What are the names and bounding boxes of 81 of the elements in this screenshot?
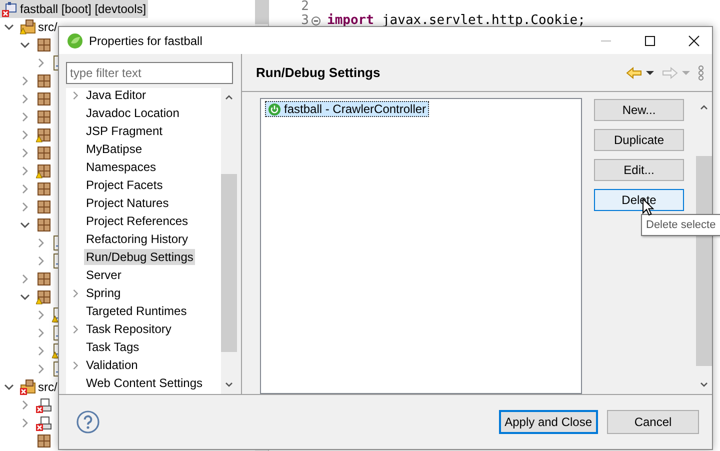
action-button[interactable]: New... bbox=[594, 99, 684, 121]
page-item[interactable]: JSP Fragment bbox=[84, 123, 164, 139]
window-title: Properties for fastball bbox=[89, 34, 202, 48]
package-icon bbox=[36, 73, 52, 89]
page-item[interactable]: Project Facets bbox=[84, 177, 165, 193]
line-number: 3 bbox=[300, 14, 309, 28]
package-icon bbox=[36, 181, 52, 197]
action-button[interactable]: Edit... bbox=[594, 159, 684, 181]
dialog-button[interactable]: Apply and Close bbox=[498, 410, 598, 434]
chevron-right-icon[interactable] bbox=[20, 184, 30, 194]
chevron-right-icon[interactable] bbox=[20, 76, 30, 86]
scrollbar-thumb[interactable] bbox=[255, 0, 268, 24]
chevron-right-icon[interactable] bbox=[36, 328, 46, 338]
chevron-right-icon[interactable] bbox=[20, 112, 30, 122]
page-item[interactable]: Spring bbox=[84, 285, 123, 301]
line-number: 2 bbox=[300, 0, 309, 14]
chevron-down-icon[interactable] bbox=[20, 40, 30, 50]
chevron-right-icon[interactable] bbox=[20, 202, 30, 212]
project-item[interactable]: fastball [boot] [devtools] bbox=[0, 0, 148, 18]
power-icon bbox=[268, 102, 281, 116]
chevron-right-icon[interactable] bbox=[20, 166, 30, 176]
chevron-right-icon[interactable] bbox=[36, 58, 46, 68]
maximize-icon[interactable] bbox=[644, 34, 656, 46]
package-icon bbox=[36, 271, 52, 287]
leaf-logo-icon bbox=[67, 32, 83, 48]
page-item[interactable]: Task Tags bbox=[84, 339, 142, 355]
code-text: javax.servlet.http.Cookie; bbox=[382, 14, 586, 28]
chevron-right-icon[interactable] bbox=[36, 310, 46, 320]
dialog-button[interactable]: Cancel bbox=[607, 410, 699, 434]
page-item[interactable]: Web Content Settings bbox=[84, 375, 205, 391]
help-icon[interactable] bbox=[76, 410, 100, 434]
chevron-right-icon[interactable] bbox=[20, 418, 30, 428]
tree-item-label[interactable]: src/ bbox=[38, 20, 58, 34]
package-icon bbox=[36, 199, 52, 215]
page-item[interactable]: Targeted Runtimes bbox=[84, 303, 189, 319]
chevron-right-icon[interactable] bbox=[70, 288, 80, 298]
chevron-right-icon[interactable] bbox=[70, 360, 80, 370]
tooltip: Delete selecte bbox=[641, 214, 720, 236]
chevron-right-icon[interactable] bbox=[36, 238, 46, 248]
chevron-down-icon[interactable] bbox=[4, 382, 14, 392]
code-keyword: import bbox=[327, 14, 374, 28]
close-icon[interactable] bbox=[688, 34, 700, 46]
view-menu-icon[interactable] bbox=[698, 64, 704, 80]
page-item[interactable]: Run/Debug Settings bbox=[84, 249, 196, 265]
page-item[interactable]: Task Repository bbox=[84, 321, 174, 337]
chevron-right-icon[interactable] bbox=[20, 274, 30, 284]
chevron-right-icon[interactable] bbox=[20, 94, 30, 104]
fold-icon[interactable] bbox=[311, 16, 321, 26]
chevron-down-icon[interactable] bbox=[4, 22, 14, 32]
tree-item-label[interactable]: src/ bbox=[38, 380, 58, 394]
page-item[interactable]: Namespaces bbox=[84, 159, 158, 175]
package-icon bbox=[36, 217, 52, 233]
scrollbar-thumb[interactable] bbox=[221, 174, 237, 352]
page-item[interactable]: MyBatipse bbox=[84, 141, 144, 157]
page-item[interactable]: Server bbox=[84, 267, 124, 283]
chevron-right-icon[interactable] bbox=[36, 346, 46, 356]
chevron-right-icon[interactable] bbox=[20, 400, 30, 410]
launch-config-item[interactable]: fastball - CrawlerController bbox=[265, 101, 430, 117]
package-icon bbox=[36, 109, 52, 125]
chevron-right-icon[interactable] bbox=[70, 90, 80, 100]
chevron-down-icon[interactable] bbox=[20, 220, 30, 230]
package-icon bbox=[36, 91, 52, 107]
chevron-right-icon[interactable] bbox=[20, 130, 30, 140]
page-item[interactable]: Validation bbox=[84, 357, 140, 373]
chevron-down-icon[interactable] bbox=[20, 292, 30, 302]
package-icon bbox=[36, 433, 52, 449]
filter-field[interactable]: type filter text bbox=[66, 62, 233, 84]
page-item[interactable]: Project References bbox=[84, 213, 190, 229]
page-item[interactable]: Refactoring History bbox=[84, 231, 190, 247]
chevron-right-icon[interactable] bbox=[36, 364, 46, 374]
package-icon bbox=[36, 37, 52, 53]
page-item[interactable]: Project Natures bbox=[84, 195, 171, 211]
chevron-right-icon[interactable] bbox=[70, 324, 80, 334]
page-item[interactable]: Java Editor bbox=[84, 88, 148, 103]
dropdown-caret-icon[interactable] bbox=[646, 68, 654, 76]
chevron-right-icon[interactable] bbox=[20, 148, 30, 158]
action-button[interactable]: Duplicate bbox=[594, 129, 684, 151]
chevron-right-icon[interactable] bbox=[36, 256, 46, 266]
page-item[interactable]: Javadoc Location bbox=[84, 105, 182, 121]
package-icon bbox=[36, 145, 52, 161]
page-title: Run/Debug Settings bbox=[256, 65, 380, 80]
